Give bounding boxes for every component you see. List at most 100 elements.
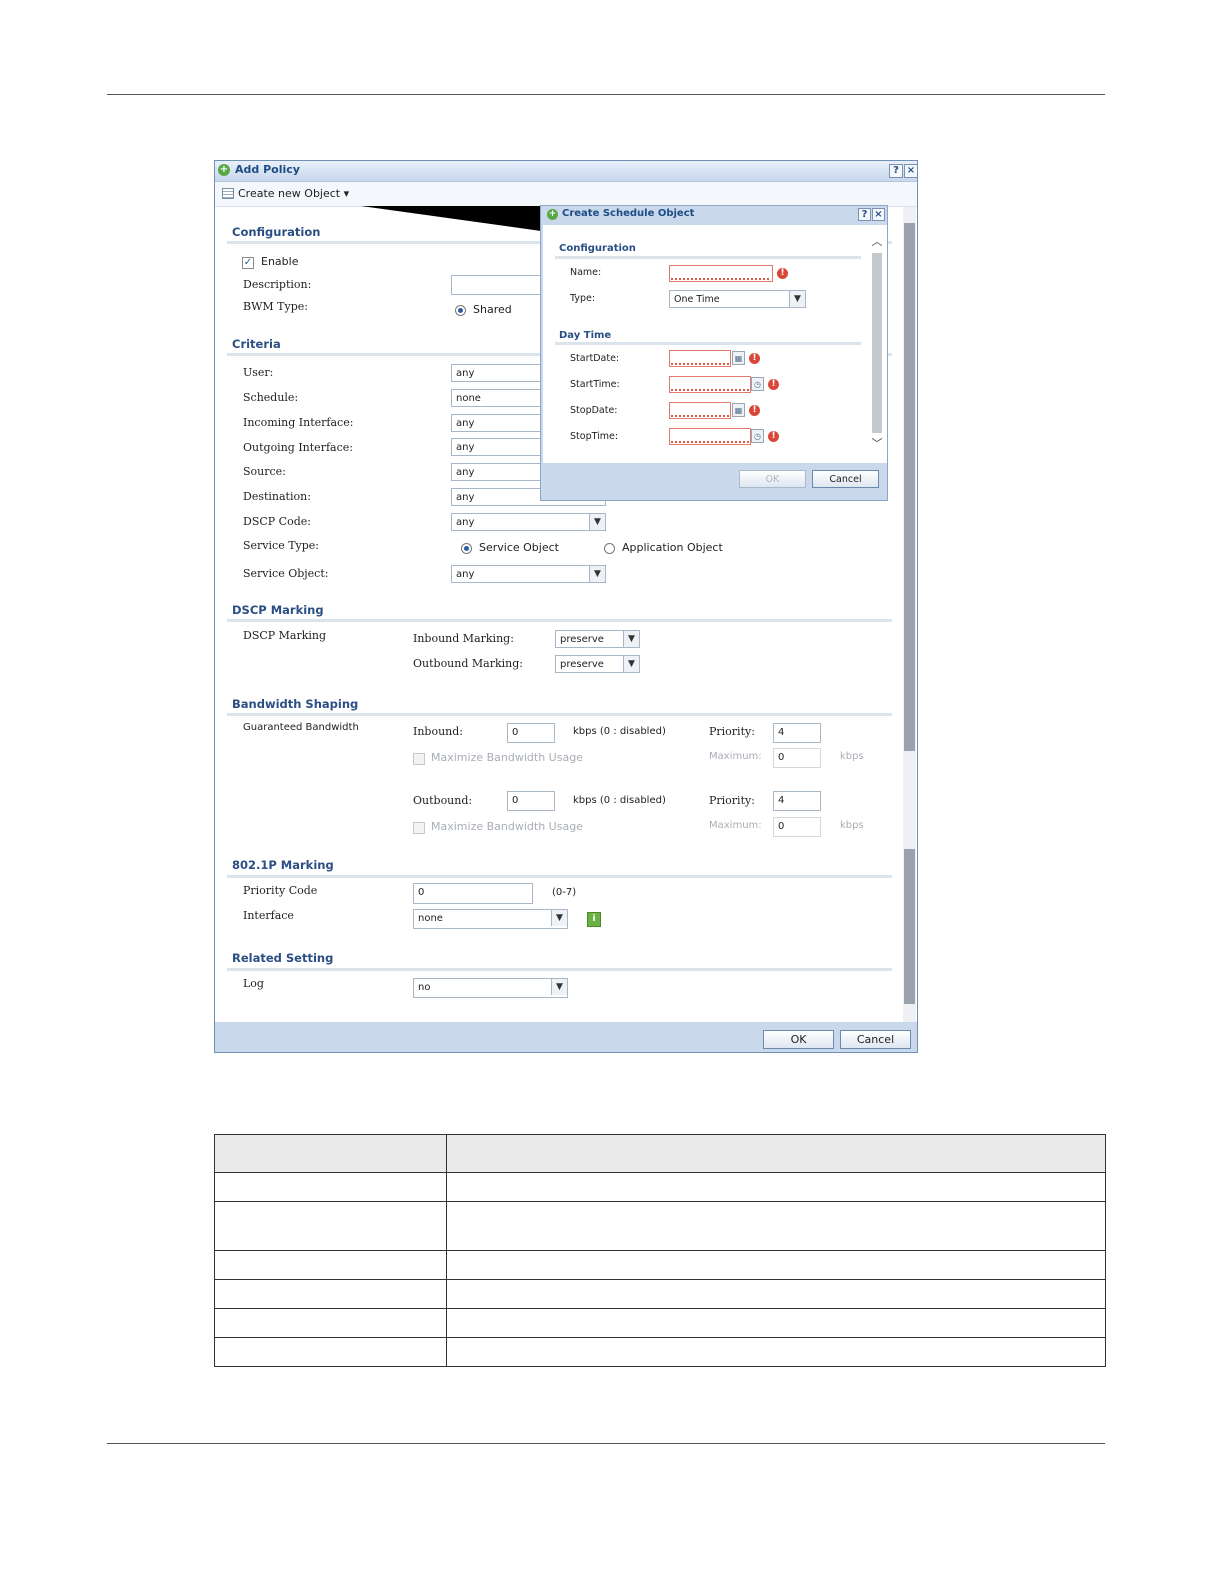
chevron-down-icon: ▼ [589, 514, 605, 530]
inbound-priority-input[interactable]: 4 [773, 723, 821, 743]
table-row [214, 1308, 1106, 1338]
priority-code-label: Priority Code [243, 884, 318, 897]
info-icon[interactable]: i [587, 912, 601, 927]
add-icon: + [547, 209, 558, 220]
inbound-marking-select[interactable]: preserve ▼ [555, 630, 640, 648]
calendar-icon[interactable]: ▦ [732, 351, 745, 365]
inbound-bandwidth-input[interactable]: 0 [507, 723, 555, 743]
daytime-heading: Day Time [559, 330, 612, 341]
table-row [214, 1250, 1106, 1280]
outbound-priority-input[interactable]: 4 [773, 791, 821, 811]
warning-icon: ! [768, 431, 779, 442]
dialog-scrollbar-thumb[interactable] [872, 253, 882, 433]
schedule-label: Schedule: [243, 391, 299, 404]
type-select[interactable]: One Time ▼ [669, 290, 806, 308]
calendar-icon[interactable]: ▦ [732, 403, 745, 417]
bwm-shared-radio[interactable] [455, 305, 466, 316]
table-row [214, 1279, 1106, 1309]
inbound-maximize-checkbox[interactable] [413, 753, 425, 765]
dialog-body: Configuration Name: ! Type: One Time ▼ Da… [543, 225, 887, 463]
outbound-maximum-input[interactable]: 0 [773, 817, 821, 837]
inbound-priority-label: Priority: [709, 725, 755, 738]
starttime-input[interactable] [669, 376, 751, 393]
name-label: Name: [570, 267, 602, 278]
help-icon[interactable]: ? [889, 164, 903, 178]
description-input[interactable] [451, 275, 551, 295]
window-scrollbar-lower [904, 849, 915, 1004]
outbound-priority-label: Priority: [709, 794, 755, 807]
outbound-maximum-label: Maximum: [709, 820, 762, 831]
scroll-down-icon[interactable]: ﹀ [871, 437, 883, 451]
ok-button[interactable]: OK [763, 1030, 834, 1049]
application-object-option-label: Application Object [622, 541, 723, 554]
criteria-heading: Criteria [232, 337, 281, 351]
help-icon[interactable]: ? [858, 208, 871, 221]
window-scrollbar[interactable] [903, 207, 916, 1022]
window-toolbar: Create new Object ▾ [215, 182, 917, 207]
interface-label: Interface [243, 909, 294, 922]
window-titlebar[interactable]: + Add Policy ? × [215, 161, 917, 182]
service-object-radio[interactable] [461, 543, 472, 554]
stopdate-input[interactable] [669, 402, 731, 419]
dialog-cancel-button[interactable]: Cancel [812, 470, 879, 488]
priority-code-input[interactable]: 0 [413, 883, 533, 904]
enable-label: Enable [261, 255, 299, 268]
p8021-marking-divider [227, 875, 892, 878]
stopdate-label: StopDate: [570, 405, 618, 416]
chevron-down-icon: ▼ [623, 631, 639, 647]
outbound-bandwidth-input[interactable]: 0 [507, 791, 555, 811]
configuration-heading: Configuration [232, 225, 321, 239]
dscp-code-select[interactable]: any ▼ [451, 513, 606, 531]
cancel-button[interactable]: Cancel [840, 1030, 911, 1049]
clock-icon[interactable]: ◷ [751, 377, 764, 391]
outbound-marking-label: Outbound Marking: [413, 657, 523, 670]
chevron-down-icon: ▼ [623, 656, 639, 672]
p8021-marking-heading: 802.1P Marking [232, 858, 334, 872]
name-input[interactable] [669, 265, 773, 282]
table-cell [214, 1172, 447, 1202]
dialog-ok-button[interactable]: OK [739, 470, 806, 488]
outbound-maximize-checkbox[interactable] [413, 822, 425, 834]
table-row [214, 1337, 1106, 1367]
table-cell [446, 1172, 1106, 1202]
table-header-row [214, 1134, 1106, 1173]
warning-icon: ! [777, 268, 788, 279]
startdate-input[interactable] [669, 350, 731, 367]
outbound-marking-select[interactable]: preserve ▼ [555, 655, 640, 673]
stoptime-input[interactable] [669, 428, 751, 445]
inbound-maximum-label: Maximum: [709, 751, 762, 762]
close-icon[interactable]: × [904, 164, 917, 178]
service-object-select[interactable]: any ▼ [451, 565, 606, 583]
table-row [214, 1172, 1106, 1202]
create-new-object-button[interactable]: Create new Object ▾ [238, 187, 349, 200]
window-scrollbar-thumb[interactable] [904, 223, 915, 751]
table-header-cell [446, 1134, 1106, 1173]
scroll-up-icon[interactable]: ︿ [871, 235, 883, 249]
log-label: Log [243, 977, 264, 990]
dialog-scrollbar[interactable]: ︿ ﹀ [871, 235, 883, 453]
guaranteed-bandwidth-label: Guaranteed Bandwidth [243, 722, 359, 733]
clock-icon[interactable]: ◷ [751, 429, 764, 443]
chevron-down-icon: ▼ [789, 291, 805, 307]
table-cell [214, 1308, 447, 1338]
dialog-title: Create Schedule Object [562, 208, 695, 219]
table-cell [214, 1279, 447, 1309]
log-select[interactable]: no ▼ [413, 978, 568, 998]
service-object-option-label: Service Object [479, 541, 559, 554]
enable-checkbox[interactable]: ✓ [242, 257, 254, 269]
outbound-unit-note: kbps (0 : disabled) [573, 795, 666, 806]
source-label: Source: [243, 465, 286, 478]
type-label: Type: [570, 293, 596, 304]
incoming-interface-label: Incoming Interface: [243, 416, 354, 429]
related-setting-heading: Related Setting [232, 951, 334, 965]
table-cell [446, 1308, 1106, 1338]
inbound-marking-label: Inbound Marking: [413, 632, 514, 645]
inbound-kbps-label: kbps [840, 751, 864, 762]
inbound-maximum-input[interactable]: 0 [773, 748, 821, 768]
application-object-radio[interactable] [604, 543, 615, 554]
window-title: Add Policy [235, 163, 300, 176]
close-icon[interactable]: × [872, 208, 885, 221]
warning-icon: ! [768, 379, 779, 390]
interface-select[interactable]: none ▼ [413, 909, 568, 929]
description-label: Description: [243, 278, 312, 291]
